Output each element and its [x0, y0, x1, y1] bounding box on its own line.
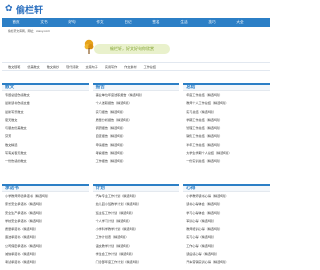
list-item[interactable]: 实习报告（精选6篇） [93, 108, 180, 116]
panel-title[interactable]: 心得 [183, 184, 270, 192]
nav-item[interactable]: 技巧 [198, 18, 226, 27]
list-item[interactable]: 学习心得体会（精选6篇） [183, 209, 270, 217]
list-item[interactable]: 实习总结（精选6篇） [183, 108, 270, 116]
category-link[interactable]: 实用写作 [105, 64, 117, 69]
list-item[interactable]: 质量分析报告（精选6篇） [93, 116, 180, 124]
category-link[interactable]: 作文素材 [124, 64, 136, 69]
panel-title[interactable]: 报告 [92, 83, 180, 91]
list-item[interactable]: 一份伤感的散文 [2, 157, 89, 165]
category-link[interactable]: 优美散文 [27, 64, 39, 69]
panel-prose: 散文 专题总结伤感散文 最新读书伤感文章 最新写景散文 夏天散文 与朋友优美散文… [2, 83, 89, 166]
category-link[interactable]: 工作总结 [144, 64, 156, 69]
list-item[interactable]: 销售工作总结（精选6篇） [183, 132, 270, 140]
list-item[interactable]: 小学教师师德承诺书（精选6篇） [2, 192, 89, 200]
list-item[interactable]: 语文教学计划（精选6篇） [93, 242, 180, 250]
panel-row-1: 散文 专题总结伤感散文 最新读书伤感文章 最新写景散文 夏天散文 与朋友优美散文… [2, 83, 270, 166]
list-item[interactable]: 调研报告（精选6篇） [93, 124, 180, 132]
panel-plan: 计划 汽车专业工作计划（精选6篇） 幼儿园小班教学计划（精选6篇） 班主任工作计… [92, 184, 180, 267]
list-item[interactable]: 考察报告（精选6篇） [93, 149, 180, 157]
list-item[interactable]: 个人述职报告（精选6篇） [93, 99, 180, 107]
category-bar: 散文随笔 优美散文 散文摘抄 现代诗歌 文案句子 实用写作 作文素材 工作总结 [2, 62, 270, 71]
list-item[interactable]: 芬芳 [2, 132, 89, 140]
panel-summary: 总结 年度工作总结（精选6篇） 教师个人工作总结（精选6篇） 实习总结（精选6篇… [183, 83, 270, 166]
nav-item[interactable]: 好句 [58, 18, 86, 27]
list-item[interactable]: 与朋友优美散文 [2, 124, 89, 132]
list-item[interactable]: 大学生学期个人总结（精选6篇） [183, 149, 270, 157]
list-item[interactable]: 专题总结伤感散文 [2, 91, 89, 99]
banner: 偷栏轩，好文好句你欣赏 [0, 34, 272, 58]
list-item[interactable]: 一份实训总结（精选6篇） [183, 157, 270, 165]
list-item[interactable]: 工作心得（精选6篇） [183, 242, 270, 250]
list-item[interactable]: 学期工作总结（精选6篇） [183, 116, 270, 124]
panel-title[interactable]: 承诺书 [2, 184, 89, 192]
category-link[interactable]: 散文随笔 [8, 64, 20, 69]
category-link[interactable]: 散文摘抄 [47, 64, 59, 69]
banner-slogan: 偷栏轩，好文好句你欣赏 [94, 44, 170, 54]
nav-item[interactable]: 签名 [142, 18, 170, 27]
list-item[interactable]: 汽车营销实训心得（精选6篇） [183, 258, 270, 266]
list-item[interactable]: 夏天散文 [2, 116, 89, 124]
tree-icon [84, 39, 94, 54]
list-item[interactable]: 学生会工作计划（精选6篇） [93, 250, 180, 258]
panel-row-2: 承诺书 小学教师师德承诺书（精选6篇） 家长安全承诺书（精选6篇） 安全生产承诺… [2, 184, 270, 267]
panel-title[interactable]: 总结 [183, 83, 270, 91]
list-item[interactable]: 工作计划表（精选6篇） [93, 233, 180, 241]
list-item[interactable]: 半年工作总结（精选6篇） [183, 141, 270, 149]
list-item[interactable]: 申请报告（精选6篇） [93, 141, 180, 149]
list-item[interactable]: 家长安全承诺书（精选6篇） [2, 200, 89, 208]
list-item[interactable]: 个人学习计划（精选6篇） [93, 217, 180, 225]
list-item[interactable]: 公司保密承诺书（精选6篇） [2, 242, 89, 250]
panel-insight: 心得 小学教师读书心得（精选6篇） 读书心得体会（精选6篇） 学习心得体会（精选… [183, 184, 270, 267]
panel-report: 报告 事业单位年度述职报告（精选6篇） 个人述职报告（精选6篇） 实习报告（精选… [92, 83, 180, 166]
list-item[interactable]: 自查报告（精选6篇） [93, 132, 180, 140]
panel-title[interactable]: 散文 [2, 83, 89, 91]
category-link[interactable]: 文案句子 [86, 64, 98, 69]
list-item[interactable]: 学校安全承诺书（精选6篇） [2, 217, 89, 225]
list-item[interactable]: 工作报告（精选6篇） [93, 157, 180, 165]
list-item[interactable]: 诚信承诺书（精选6篇） [2, 250, 89, 258]
list-item[interactable]: 汽车专业工作计划（精选6篇） [93, 192, 180, 200]
nav-item[interactable]: 日记 [114, 18, 142, 27]
list-item[interactable]: 小学教师读书心得（精选6篇） [183, 192, 270, 200]
main-nav: 首页 文书 好句 作文 日记 签名 生活 技巧 大全 [2, 18, 270, 27]
list-item[interactable]: 写有关春天散文 [2, 149, 89, 157]
panel-pledge: 承诺书 小学教师师德承诺书（精选6篇） 家长安全承诺书（精选6篇） 安全生产承诺… [2, 184, 89, 267]
list-item[interactable]: 事业单位年度述职报告（精选6篇） [93, 91, 180, 99]
list-item[interactable]: 读书心得体会（精选6篇） [183, 200, 270, 208]
panel-title[interactable]: 计划 [92, 184, 180, 192]
list-item[interactable]: 军训心得（精选6篇） [183, 217, 270, 225]
nav-item[interactable]: 大全 [226, 18, 254, 27]
list-item[interactable]: 年度工作总结（精选6篇） [183, 91, 270, 99]
list-item[interactable]: 实习心得（精选6篇） [183, 233, 270, 241]
list-item[interactable]: 安全生产承诺书（精选6篇） [2, 209, 89, 217]
nav-item[interactable]: 生活 [170, 18, 198, 27]
list-item[interactable]: 幼儿园小班教学计划（精选6篇） [93, 200, 180, 208]
list-item[interactable]: 质量承诺书（精选6篇） [2, 225, 89, 233]
list-item[interactable]: 小学科学教学计划（精选6篇） [93, 225, 180, 233]
list-item[interactable]: 读后感心得（精选6篇） [183, 250, 270, 258]
list-item[interactable]: 管理工作总结（精选6篇） [183, 124, 270, 132]
list-item[interactable]: 门诊部年度工作计划（精选6篇） [93, 258, 180, 266]
nav-item[interactable]: 作文 [86, 18, 114, 27]
header: ✿ 偷栏轩 [0, 0, 272, 18]
list-item[interactable]: 最新写景散文 [2, 108, 89, 116]
list-item[interactable]: 班主任工作计划（精选6篇） [93, 209, 180, 217]
site-logo[interactable]: 偷栏轩 [16, 3, 43, 16]
list-item[interactable]: 教师个人工作总结（精选6篇） [183, 99, 270, 107]
list-item[interactable]: 最新读书伤感文章 [2, 99, 89, 107]
list-item[interactable]: 廉洁承诺书（精选6篇） [2, 233, 89, 241]
list-item[interactable]: 散文精选 [2, 141, 89, 149]
nav-item[interactable]: 首页 [2, 18, 30, 27]
list-item[interactable]: 教师培训心得（精选6篇） [183, 225, 270, 233]
list-item[interactable]: 考试承诺书（精选6篇） [2, 258, 89, 266]
site-subtitle: 偷栏轩文库网，网址：xiaoy.com [8, 28, 50, 33]
nav-item[interactable]: 文书 [30, 18, 58, 27]
logo-icon: ✿ [5, 4, 13, 14]
category-link[interactable]: 现代诗歌 [66, 64, 78, 69]
